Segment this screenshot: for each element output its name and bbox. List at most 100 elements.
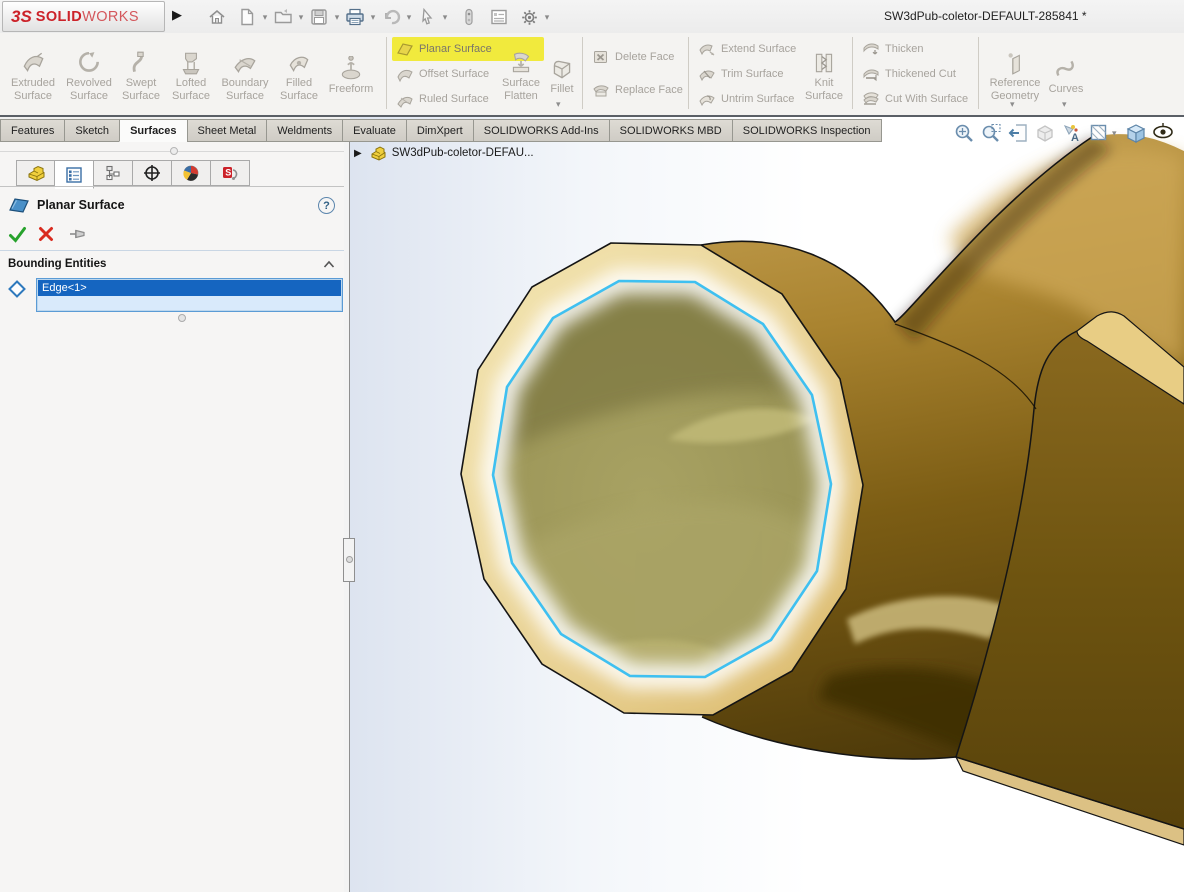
ribbon-button-fillet[interactable]: Fillet (544, 37, 580, 113)
tab-features[interactable]: Features (0, 119, 64, 142)
ribbon-separator (582, 37, 583, 109)
ribbon-button-cut-with-surface[interactable]: Cut With Surface (858, 87, 974, 111)
pin-icon[interactable] (68, 224, 98, 244)
ribbon-button-trim-surface[interactable]: Trim Surface (694, 62, 796, 86)
command-tab-bar: Features Sketch Surfaces Sheet Metal Wel… (0, 119, 882, 142)
reference-geometry-dropdown-icon[interactable]: ▾ (1010, 99, 1015, 110)
fillet-dropdown-icon[interactable]: ▾ (556, 99, 561, 110)
tab-evaluate[interactable]: Evaluate (342, 119, 406, 142)
logo-text-solid: SOLID (36, 9, 82, 25)
svg-text:A: A (1071, 132, 1079, 144)
panel-splitter-handle[interactable] (343, 538, 355, 582)
tab-solidworks-add-ins[interactable]: SOLIDWORKS Add-Ins (473, 119, 609, 142)
ribbon-button-lofted-surface[interactable]: Lofted Surface (166, 37, 216, 113)
apply-scene-icon[interactable]: A (1058, 120, 1085, 146)
ribbon-button-surface-flatten[interactable]: Surface Flatten (496, 37, 546, 113)
graphics-area[interactable]: ▶ SW3dPub-coletor-DEFAU... A ▾ (350, 117, 1184, 892)
previous-view-icon[interactable] (1004, 120, 1031, 146)
solidworks-logo-button[interactable]: 3S SOLIDWORKS (2, 1, 165, 32)
new-document-dropdown-icon[interactable]: ▾ (259, 12, 271, 23)
collapse-chevron-icon[interactable] (322, 259, 336, 271)
zoom-to-area-icon[interactable] (977, 120, 1004, 146)
zoom-to-fit-icon[interactable] (950, 120, 977, 146)
propertymanager-icon[interactable] (55, 160, 94, 189)
actions-divider (0, 250, 344, 251)
manager-tab-bar: S (16, 160, 250, 189)
ribbon-button-delete-face[interactable]: Delete Face (588, 45, 686, 69)
dimxpertmanager-icon[interactable] (133, 160, 172, 186)
ribbon-button-revolved-surface[interactable]: Revolved Surface (62, 37, 116, 113)
section-view-icon[interactable] (1031, 120, 1058, 146)
manager-tab-underline (0, 186, 344, 187)
ok-check-icon[interactable] (8, 224, 38, 244)
featuremanager-tree-icon[interactable] (16, 160, 55, 186)
open-document-dropdown-icon[interactable]: ▾ (295, 12, 307, 23)
ribbon-button-untrim-surface[interactable]: Untrim Surface (694, 87, 796, 111)
new-document-icon[interactable] (235, 5, 259, 29)
ribbon-button-knit-surface[interactable]: Knit Surface (800, 37, 848, 113)
options-dropdown-icon[interactable]: ▾ (541, 12, 553, 23)
print-icon[interactable] (343, 5, 367, 29)
ribbon-group-trim: Extend Surface Trim Surface Untrim Surfa… (694, 37, 796, 112)
ribbon-separator (852, 37, 853, 109)
save-dropdown-icon[interactable]: ▾ (331, 12, 343, 23)
panel-splitter[interactable] (344, 142, 350, 892)
display-style-dropdown-icon[interactable]: ▾ (1112, 128, 1122, 139)
selection-box-resize-handle[interactable] (178, 314, 186, 322)
ribbon-button-swept-surface[interactable]: Swept Surface (116, 37, 166, 113)
ribbon-button-thicken[interactable]: Thicken (858, 37, 974, 61)
help-icon[interactable]: ? (318, 197, 335, 214)
ribbon-button-filled-surface[interactable]: Filled Surface (274, 37, 324, 113)
heads-up-view-toolbar: A ▾ (950, 120, 1176, 146)
curves-dropdown-icon[interactable]: ▾ (1062, 99, 1067, 110)
cancel-x-icon[interactable] (38, 224, 68, 244)
ribbon-button-extend-surface[interactable]: Extend Surface (694, 37, 796, 61)
ribbon-button-freeform[interactable]: Freeform (324, 37, 378, 113)
planar-surface-icon (8, 196, 30, 214)
selection-list-item[interactable]: Edge<1> (38, 280, 341, 296)
tab-sketch[interactable]: Sketch (64, 119, 119, 142)
feature-tree-root-label[interactable]: SW3dPub-coletor-DEFAU... (392, 147, 534, 159)
magnified-selection-icon[interactable] (457, 5, 481, 29)
save-icon[interactable] (307, 5, 331, 29)
cam-manager-icon[interactable]: S (211, 160, 250, 186)
ribbon-button-reference-geometry[interactable]: Reference Geometry (984, 37, 1046, 113)
print-dropdown-icon[interactable]: ▾ (367, 12, 379, 23)
display-style-icon[interactable] (1085, 120, 1112, 146)
eye-icon[interactable] (1149, 120, 1176, 146)
logo-text-works: WORKS (82, 9, 139, 25)
displaymanager-icon[interactable] (172, 160, 211, 186)
ribbon-button-thickened-cut[interactable]: Thickened Cut (858, 62, 974, 86)
viewport-feature-tree: ▶ SW3dPub-coletor-DEFAU... (354, 145, 534, 161)
tab-surfaces[interactable]: Surfaces (119, 119, 186, 142)
configurationmanager-icon[interactable] (94, 160, 133, 186)
menu-flyout-arrow[interactable]: ▶ (172, 7, 182, 23)
tab-solidworks-inspection[interactable]: SOLIDWORKS Inspection (732, 119, 882, 142)
ribbon-button-replace-face[interactable]: Replace Face (588, 78, 686, 102)
ribbon-separator (688, 37, 689, 109)
view-orientation-cube-icon[interactable] (1122, 120, 1149, 146)
file-properties-icon[interactable] (487, 5, 511, 29)
quick-access-toolbar: ▾ ▾ ▾ ▾ ▾ ▾ ▾ (205, 4, 553, 30)
document-title: SW3dPub-coletor-DEFAULT-285841 * (884, 9, 1087, 23)
tab-solidworks-mbd[interactable]: SOLIDWORKS MBD (609, 119, 732, 142)
select-cursor-icon[interactable] (415, 5, 439, 29)
undo-dropdown-icon[interactable]: ▾ (403, 12, 415, 23)
ribbon-button-extruded-surface[interactable]: Extruded Surface (6, 37, 60, 113)
home-icon[interactable] (205, 5, 229, 29)
panel-collapse-handle[interactable] (170, 147, 178, 155)
bounding-entities-section-header[interactable]: Bounding Entities (0, 254, 344, 276)
tab-weldments[interactable]: Weldments (266, 119, 342, 142)
svg-text:S: S (225, 168, 231, 178)
select-dropdown-icon[interactable]: ▾ (439, 12, 451, 23)
model-3d-coletor[interactable] (350, 117, 1184, 892)
tab-dimxpert[interactable]: DimXpert (406, 119, 473, 142)
ribbon-button-boundary-surface[interactable]: Boundary Surface (216, 37, 274, 113)
tab-sheet-metal[interactable]: Sheet Metal (187, 119, 267, 142)
bounding-entities-selection-box[interactable]: Edge<1> (36, 278, 343, 312)
open-document-icon[interactable] (271, 5, 295, 29)
feature-tree-expand-arrow[interactable]: ▶ (354, 148, 362, 159)
undo-icon[interactable] (379, 5, 403, 29)
options-gear-icon[interactable] (517, 5, 541, 29)
ribbon-separator (386, 37, 387, 109)
